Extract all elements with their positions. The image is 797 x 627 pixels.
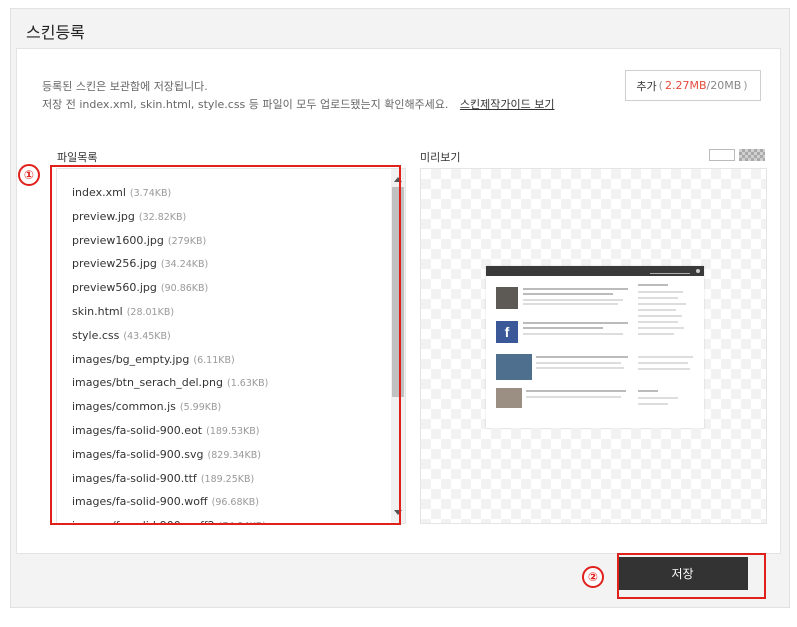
info-text-upload-check: 저장 전 index.xml, skin.html, style.css 등 파…	[42, 96, 555, 112]
preview-thumb-line	[536, 367, 624, 369]
preview-bg-checker-toggle[interactable]	[739, 149, 765, 161]
storage-total: 20MB	[710, 79, 742, 92]
preview-thumb-image-4	[496, 388, 522, 408]
preview-thumb-line	[523, 303, 618, 305]
preview-area: f	[420, 168, 767, 524]
preview-thumb-line	[638, 291, 683, 293]
page-title: 스킨등록	[26, 23, 85, 42]
preview-thumb-line	[523, 327, 603, 329]
preview-thumb-line	[638, 284, 668, 286]
preview-thumb-image-2: f	[496, 321, 518, 343]
storage-close-paren: )	[743, 79, 748, 92]
preview-thumb-line	[638, 315, 682, 317]
file-list-label: 파일목록	[57, 151, 98, 164]
preview-thumb-line	[638, 309, 676, 311]
annotation-highlight-save	[617, 553, 766, 599]
add-file-button[interactable]: 추가 ( 2.27MB / 20MB )	[625, 70, 761, 101]
preview-thumb-line	[638, 356, 693, 358]
preview-thumb-line	[638, 362, 688, 364]
preview-thumb-line	[638, 368, 690, 370]
preview-thumb-line	[526, 396, 621, 398]
preview-thumb-line	[523, 288, 628, 290]
annotation-highlight-file-list	[50, 165, 401, 525]
annotation-marker-2: ②	[582, 566, 604, 588]
info-text-storage: 등록된 스킨은 보관함에 저장됩니다.	[42, 80, 208, 93]
preview-thumb-line	[638, 390, 658, 392]
skin-preview-thumbnail: f	[486, 266, 704, 428]
preview-thumb-image-1	[496, 287, 518, 309]
preview-thumb-header	[486, 266, 704, 276]
preview-thumb-image-3	[496, 354, 532, 380]
preview-bg-white-toggle[interactable]	[709, 149, 735, 161]
preview-thumb-line	[526, 390, 626, 392]
preview-thumb-line	[523, 322, 628, 324]
preview-thumb-search-icon	[696, 269, 700, 273]
preview-thumb-search	[650, 269, 690, 274]
preview-thumb-line	[638, 403, 668, 405]
annotation-marker-1: ①	[18, 164, 40, 186]
preview-thumb-line	[523, 333, 623, 335]
preview-thumb-line	[638, 321, 678, 323]
storage-used: 2.27MB	[664, 79, 707, 92]
preview-thumb-line	[638, 327, 684, 329]
preview-thumb-line	[638, 333, 674, 335]
add-button-label: 추가	[636, 79, 657, 93]
preview-thumb-line	[638, 303, 686, 305]
skin-guide-link[interactable]: 스킨제작가이드 보기	[460, 98, 555, 111]
preview-thumb-line	[638, 397, 678, 399]
storage-open-paren: (	[658, 79, 663, 92]
preview-thumb-line	[536, 356, 628, 358]
info-text-upload-line: 저장 전 index.xml, skin.html, style.css 등 파…	[42, 98, 449, 111]
preview-thumb-line	[523, 293, 613, 295]
preview-thumb-line	[523, 299, 623, 301]
preview-thumb-line	[536, 362, 621, 364]
preview-label: 미리보기	[420, 151, 461, 164]
preview-thumb-line	[638, 297, 678, 299]
